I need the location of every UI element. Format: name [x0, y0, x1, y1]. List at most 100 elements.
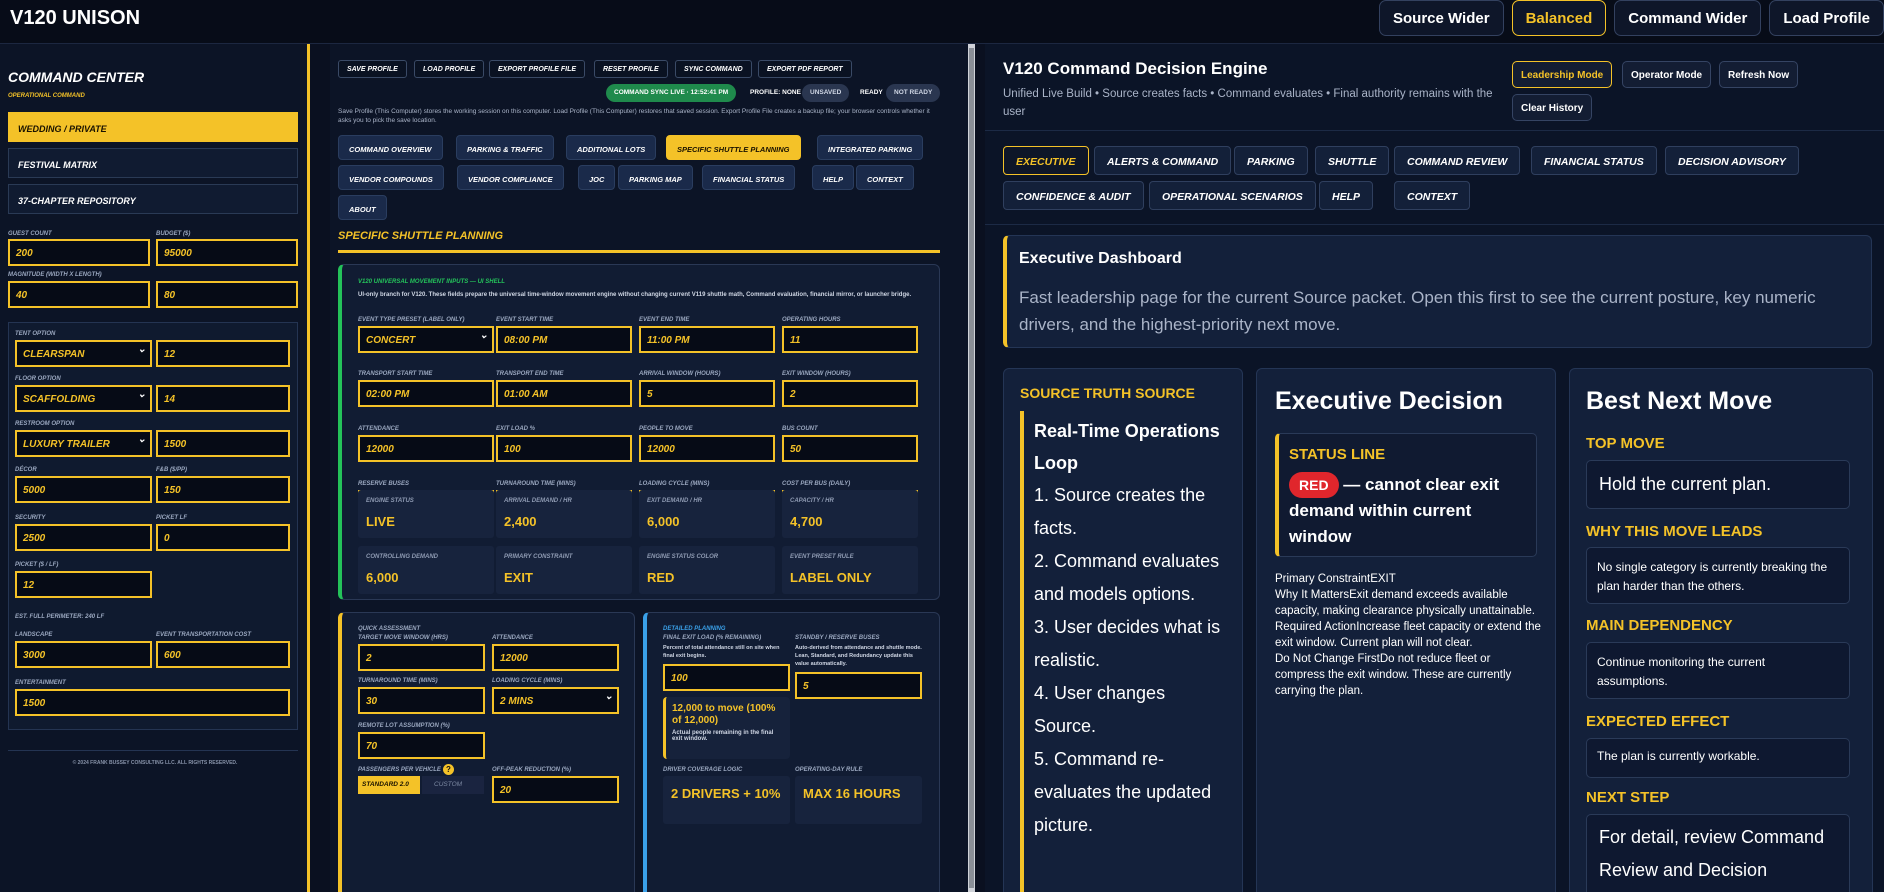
- tent-select[interactable]: CLEARSPAN: [15, 340, 152, 367]
- qa-att-input[interactable]: 12000: [492, 644, 619, 671]
- decor-input[interactable]: 5000: [15, 476, 152, 503]
- tab-alerts-command[interactable]: ALERTS & COMMAND: [1094, 146, 1232, 175]
- length-input[interactable]: 80: [156, 281, 298, 308]
- info-icon[interactable]: ?: [443, 764, 454, 775]
- width-input[interactable]: 40: [8, 281, 150, 308]
- tab-operational-scenarios[interactable]: OPERATIONAL SCENARIOS: [1149, 181, 1316, 210]
- tab-joc[interactable]: JOC: [578, 165, 616, 190]
- tab-vendor-compliance[interactable]: VENDOR COMPLIANCE: [457, 165, 564, 190]
- tab-help[interactable]: HELP: [812, 165, 855, 190]
- field-label: COST PER BUS (DAILY): [782, 481, 851, 487]
- restroom-qty-input[interactable]: 1500: [156, 430, 290, 457]
- command-wider-button[interactable]: Command Wider: [1614, 0, 1762, 36]
- tab-parking[interactable]: PARKING: [1234, 146, 1308, 175]
- qa-load-select[interactable]: 2 MINS: [492, 687, 619, 714]
- nav-wedding[interactable]: WEDDING / PRIVATE: [8, 112, 298, 142]
- export-pdf-button[interactable]: EXPORT PDF REPORT: [758, 60, 852, 78]
- source-wider-button[interactable]: Source Wider: [1379, 0, 1504, 36]
- tab-specific-shuttle[interactable]: SPECIFIC SHUTTLE PLANNING: [666, 135, 801, 160]
- tab-additional-lots[interactable]: ADDITIONAL LOTS: [566, 135, 657, 160]
- tab-context[interactable]: CONTEXT: [1394, 181, 1471, 210]
- picket-rate-input[interactable]: 12: [15, 571, 152, 598]
- field-label: TRANSPORT END TIME: [496, 371, 564, 377]
- dp-standby-input[interactable]: 5: [795, 672, 922, 699]
- field-input[interactable]: 12000: [639, 435, 775, 462]
- refresh-now-button[interactable]: Refresh Now: [1719, 61, 1799, 88]
- transport-cost-input[interactable]: 600: [156, 641, 290, 668]
- field-label: ARRIVAL WINDOW (HOURS): [639, 371, 721, 377]
- tab-integrated-parking[interactable]: INTEGRATED PARKING: [817, 135, 924, 160]
- budget-input[interactable]: 95000: [156, 239, 298, 266]
- floor-qty-input[interactable]: 14: [156, 385, 290, 412]
- tent-qty-input[interactable]: 12: [156, 340, 290, 367]
- field-input[interactable]: 5: [639, 380, 775, 407]
- guest-count-input[interactable]: 200: [8, 239, 150, 266]
- qa-offpeak-input[interactable]: 20: [492, 776, 619, 803]
- tab-parking-map[interactable]: PARKING MAP: [618, 165, 693, 190]
- floor-select[interactable]: SCAFFOLDING: [15, 385, 152, 412]
- tab-financial-status[interactable]: FINANCIAL STATUS: [1531, 146, 1657, 175]
- qa-target-input[interactable]: 2: [358, 644, 485, 671]
- load-profile-button[interactable]: Load Profile: [1769, 0, 1884, 36]
- shell-desc: UI-only branch for V120. These fields pr…: [358, 292, 912, 298]
- why-label: WHY THIS MOVE LEADS: [1586, 523, 1763, 540]
- scrollbar-thumb[interactable]: [969, 48, 974, 888]
- field-input[interactable]: 50: [782, 435, 918, 462]
- tab-parking-traffic[interactable]: PARKING & TRAFFIC: [456, 135, 554, 160]
- qa-remote-input[interactable]: 70: [358, 732, 485, 759]
- nav-festival[interactable]: FESTIVAL MATRIX: [8, 148, 298, 178]
- field-input[interactable]: 02:00 PM: [358, 380, 494, 407]
- top-bar: V120 UNISON Source Wider Balanced Comman…: [0, 0, 1884, 44]
- divider: [8, 750, 298, 751]
- sync-command-button[interactable]: SYNC COMMAND: [675, 60, 752, 78]
- field-input[interactable]: 2: [782, 380, 918, 407]
- tab-command-review[interactable]: COMMAND REVIEW: [1394, 146, 1521, 175]
- field-input[interactable]: 08:00 PM: [496, 326, 632, 353]
- tab-help[interactable]: HELP: [1319, 181, 1374, 210]
- tab-confidence-audit[interactable]: CONFIDENCE & AUDIT: [1003, 181, 1144, 210]
- field-label: LOADING CYCLE (MINS): [639, 481, 710, 487]
- tab-executive[interactable]: EXECUTIVE: [1003, 146, 1089, 175]
- qa-att-label: ATTENDANCE: [492, 635, 533, 641]
- tab-decision-advisory[interactable]: DECISION ADVISORY: [1665, 146, 1799, 175]
- restroom-select[interactable]: LUXURY TRAILER: [15, 430, 152, 457]
- field-input[interactable]: 11:00 PM: [639, 326, 775, 353]
- tab-about[interactable]: ABOUT: [338, 195, 387, 220]
- picket-input[interactable]: 0: [156, 524, 290, 551]
- entertainment-input[interactable]: 1500: [15, 689, 290, 716]
- qa-turn-input[interactable]: 30: [358, 687, 485, 714]
- field-input[interactable]: 100: [496, 435, 632, 462]
- export-profile-file-button[interactable]: EXPORT PROFILE FILE: [489, 60, 586, 78]
- tab-shuttle[interactable]: SHUTTLE: [1315, 146, 1390, 175]
- dp-final-input[interactable]: 100: [663, 664, 790, 691]
- field-input[interactable]: 11: [782, 326, 918, 353]
- security-input[interactable]: 2500: [15, 524, 152, 551]
- next-step-value: For detail, review Command Review and De…: [1586, 814, 1850, 892]
- field-input[interactable]: 12000: [358, 435, 494, 462]
- top-move-label: TOP MOVE: [1586, 435, 1665, 452]
- guest-count-label: GUEST COUNT: [8, 231, 52, 237]
- leadership-mode-button[interactable]: Leadership Mode: [1512, 61, 1613, 88]
- operator-mode-button[interactable]: Operator Mode: [1622, 61, 1712, 88]
- perimeter-note: EST. FULL PERIMETER: 240 LF: [15, 614, 105, 620]
- load-profile-action-button[interactable]: LOAD PROFILE: [414, 60, 485, 78]
- tab-command-overview[interactable]: COMMAND OVERVIEW: [338, 135, 443, 160]
- field-input[interactable]: 01:00 AM: [496, 380, 632, 407]
- reset-profile-button[interactable]: RESET PROFILE: [594, 60, 668, 78]
- tab-vendor-compounds[interactable]: VENDOR COMPOUNDS: [338, 165, 444, 190]
- tab-context[interactable]: CONTEXT: [856, 165, 914, 190]
- nav-repository[interactable]: 37-CHAPTER REPOSITORY: [8, 184, 298, 214]
- balanced-button[interactable]: Balanced: [1511, 0, 1607, 36]
- field-label: TRANSPORT START TIME: [358, 371, 433, 377]
- ready-label: READY: [860, 89, 883, 96]
- landscape-input[interactable]: 3000: [15, 641, 152, 668]
- ppv-standard-option[interactable]: STANDARD 2.0: [358, 776, 420, 794]
- budget-label: BUDGET ($): [156, 231, 191, 237]
- event-type-select[interactable]: CONCERT: [358, 326, 494, 353]
- clear-history-button[interactable]: Clear History: [1512, 94, 1593, 121]
- tab-financial-status[interactable]: FINANCIAL STATUS: [702, 165, 796, 190]
- save-profile-button[interactable]: SAVE PROFILE: [338, 60, 407, 78]
- fb-input[interactable]: 150: [156, 476, 290, 503]
- ppv-custom-option[interactable]: CUSTOM: [422, 776, 484, 794]
- middle-scrollbar[interactable]: [968, 44, 975, 892]
